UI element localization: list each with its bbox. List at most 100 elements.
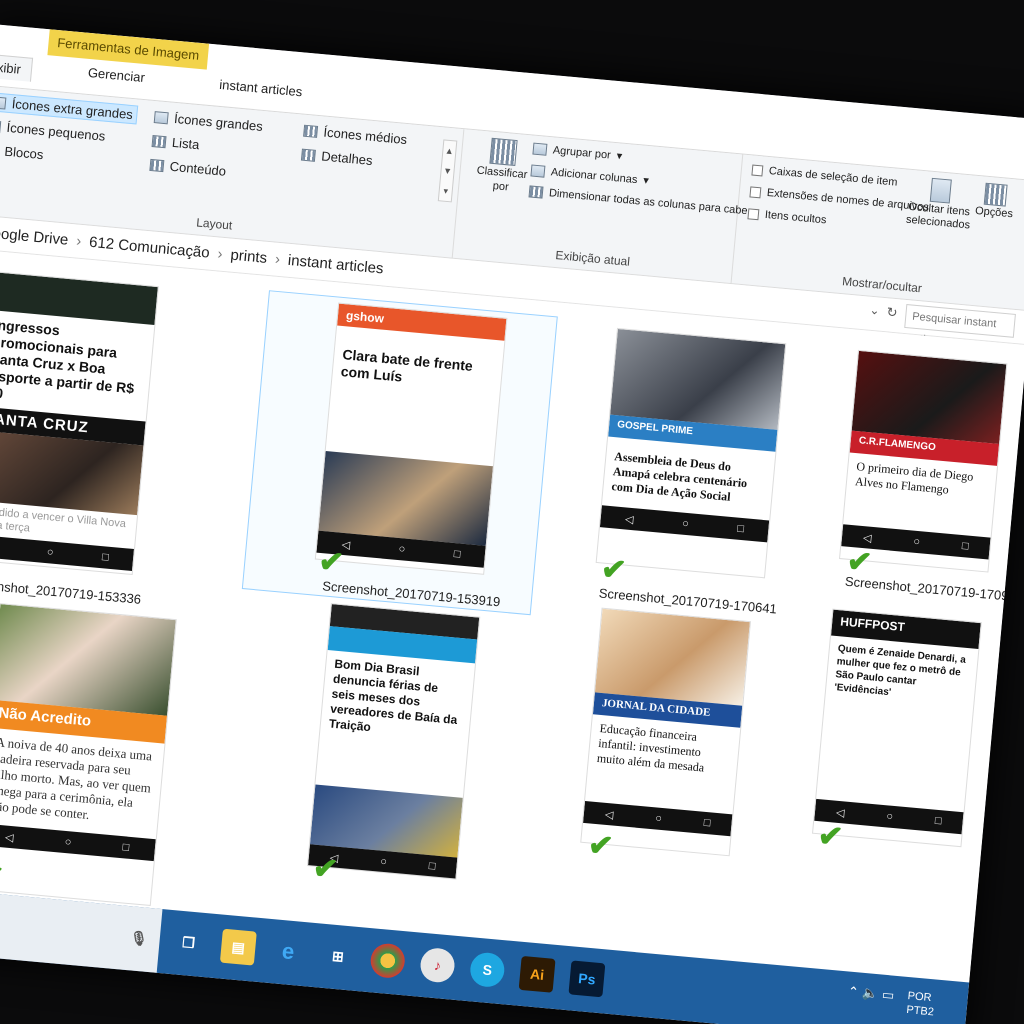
file-thumbnail[interactable]: gshow Clara bate de frente com Luís ◁ ○ □ [314, 302, 508, 575]
hide-selected-icon [929, 177, 952, 204]
chevron-down-icon: ▾ [616, 150, 623, 163]
file-explorer-icon[interactable]: ▤ [219, 928, 257, 966]
home-icon: ○ [681, 517, 690, 531]
group-by-button[interactable]: Agrupar por ▾ [532, 142, 623, 163]
chevron-right-icon: › [216, 245, 224, 263]
microphone-icon[interactable]: 🎙 [120, 920, 157, 957]
recents-icon: □ [934, 814, 943, 828]
file-name[interactable]: Screenshot_20170719-153336 [0, 576, 142, 607]
article-title: Assembleia de Deus do Amapá celebra cent… [611, 449, 748, 504]
article-title: Bom Dia Brasil denuncia férias de seis m… [328, 656, 458, 735]
recents-icon: □ [453, 548, 461, 561]
content-icon [149, 158, 165, 172]
hidden-items-toggle[interactable]: Itens ocultos [747, 207, 827, 226]
checkbox[interactable] [749, 185, 762, 198]
photo-of-monitor: Ferramentas de Imagem xibir Gerenciar in… [0, 0, 1024, 1024]
item-checkboxes-toggle[interactable]: Caixas de seleção de item [751, 163, 898, 189]
file-thumbnail[interactable]: HUFFPOST Quem é Zenaide Denardi, a mulhe… [811, 608, 982, 848]
file-thumbnail[interactable]: Não Acredito A noiva de 40 anos deixa um… [0, 603, 177, 907]
article-title: Ingressos promocionais para Santa Cruz x… [0, 316, 135, 402]
file-thumbnail[interactable]: Bom Dia Brasil denuncia férias de seis m… [306, 603, 481, 880]
home-icon: ○ [46, 546, 55, 559]
medium-icons-icon [303, 124, 319, 138]
article-title: A noiva de 40 anos deixa uma cadeira res… [0, 734, 153, 823]
home-icon: ○ [912, 535, 921, 549]
tab-view[interactable]: xibir [0, 53, 33, 82]
photoshop-icon[interactable]: Ps [568, 960, 606, 998]
address-dropdown-icon[interactable]: ⌄ [869, 303, 880, 318]
chevron-right-icon: › [75, 232, 82, 250]
language-indicator[interactable]: POR PTB2 [906, 989, 936, 1019]
large-icons-icon [153, 110, 169, 124]
tab-instant-articles[interactable]: instant articles [219, 77, 303, 99]
breadcrumb-instant-articles[interactable]: instant articles [287, 252, 384, 278]
illustrator-icon[interactable]: Ai [518, 955, 556, 993]
breadcrumb-612-comunicacao[interactable]: 612 Comunicação [88, 234, 210, 262]
fit-columns-icon [528, 185, 544, 199]
skype-icon[interactable]: S [468, 951, 506, 989]
article-photo [0, 430, 144, 516]
chevron-right-icon: › [274, 250, 281, 269]
back-icon: ◁ [624, 512, 635, 526]
small-icons-icon [0, 119, 2, 133]
details-icon [300, 148, 316, 162]
chevron-down-icon: ▾ [642, 174, 650, 188]
sync-check-icon: ✔ [586, 828, 615, 864]
back-icon: ◁ [862, 531, 873, 545]
breadcrumb-google-drive[interactable]: Google Drive [0, 224, 69, 249]
layout-scroll-control[interactable]: ▲ ▼ ▾ [437, 139, 458, 203]
checkbox[interactable] [751, 163, 764, 176]
layout-small-icons[interactable]: Ícones pequenos [0, 118, 106, 144]
recents-icon: □ [122, 841, 130, 854]
recents-icon: □ [101, 551, 110, 564]
store-icon[interactable]: ⊞ [319, 938, 356, 975]
article-photo [594, 608, 750, 706]
sync-check-icon: ✔ [311, 851, 340, 887]
file-thumbnail[interactable]: JORNAL DA CIDADE Educação financeira inf… [580, 607, 751, 857]
refresh-icon[interactable]: ↻ [886, 304, 898, 321]
file-thumbnail[interactable]: GOSPEL PRIME Assembleia de Deus do Amapá… [595, 327, 787, 579]
task-view-icon[interactable]: ❐ [170, 924, 207, 961]
back-icon: ◁ [835, 806, 846, 819]
recents-icon: □ [703, 816, 711, 830]
group-by-icon [532, 142, 548, 156]
file-thumbnail[interactable]: Ingressos promocionais para Santa Cruz x… [0, 270, 159, 576]
hide-selected-items-button[interactable]: Ocultar itens selecionados [905, 176, 973, 231]
layout-medium-icons[interactable]: Ícones médios [303, 123, 408, 147]
home-icon: ○ [654, 812, 663, 825]
home-icon: ○ [64, 835, 72, 849]
extra-large-icons-icon [0, 95, 7, 110]
layout-list[interactable]: Lista [151, 133, 200, 152]
layout-content[interactable]: Conteúdo [149, 157, 227, 179]
back-icon: ◁ [604, 808, 614, 822]
article-photo [851, 350, 1007, 445]
tray-icons[interactable]: ⌃ 🔈 ▭ [847, 984, 895, 1004]
add-columns-button[interactable]: Adicionar colunas ▾ [530, 163, 649, 187]
article-photo [0, 604, 176, 716]
layout-details[interactable]: Detalhes [300, 147, 373, 168]
sync-check-icon: ✔ [599, 552, 628, 588]
file-explorer-window: Ferramentas de Imagem xibir Gerenciar in… [0, 24, 1024, 1024]
home-icon: ○ [398, 543, 406, 556]
sync-check-icon: ✔ [816, 819, 845, 855]
file-name[interactable]: Screenshot_20170719-170943 [844, 574, 1023, 605]
article-lede [816, 699, 972, 812]
image-tools-context-header: Ferramentas de Imagem [47, 29, 210, 70]
chrome-icon[interactable] [369, 942, 407, 980]
sort-by-button[interactable]: Classificar por [475, 137, 530, 195]
fit-columns-button[interactable]: Dimensionar todas as colunas para caber [528, 185, 752, 218]
layout-large-icons[interactable]: Ícones grandes [153, 109, 263, 134]
recents-icon: □ [736, 522, 745, 536]
itunes-icon[interactable]: ♪ [419, 946, 456, 984]
layout-extra-large-icons[interactable]: Ícones extra grandes [0, 91, 139, 125]
file-thumbnail[interactable]: C.R.FLAMENGO O primeiro dia de Diego Alv… [839, 349, 1008, 573]
breadcrumb-prints[interactable]: prints [230, 247, 268, 267]
layout-tiles[interactable]: Blocos [0, 142, 44, 162]
sort-icon [489, 137, 518, 167]
options-button[interactable]: Opções [975, 182, 1016, 220]
recents-icon: □ [428, 860, 436, 873]
add-columns-icon [530, 163, 546, 178]
tab-manage[interactable]: Gerenciar [87, 65, 145, 85]
edge-icon[interactable]: e [270, 933, 307, 970]
checkbox[interactable] [747, 207, 760, 220]
